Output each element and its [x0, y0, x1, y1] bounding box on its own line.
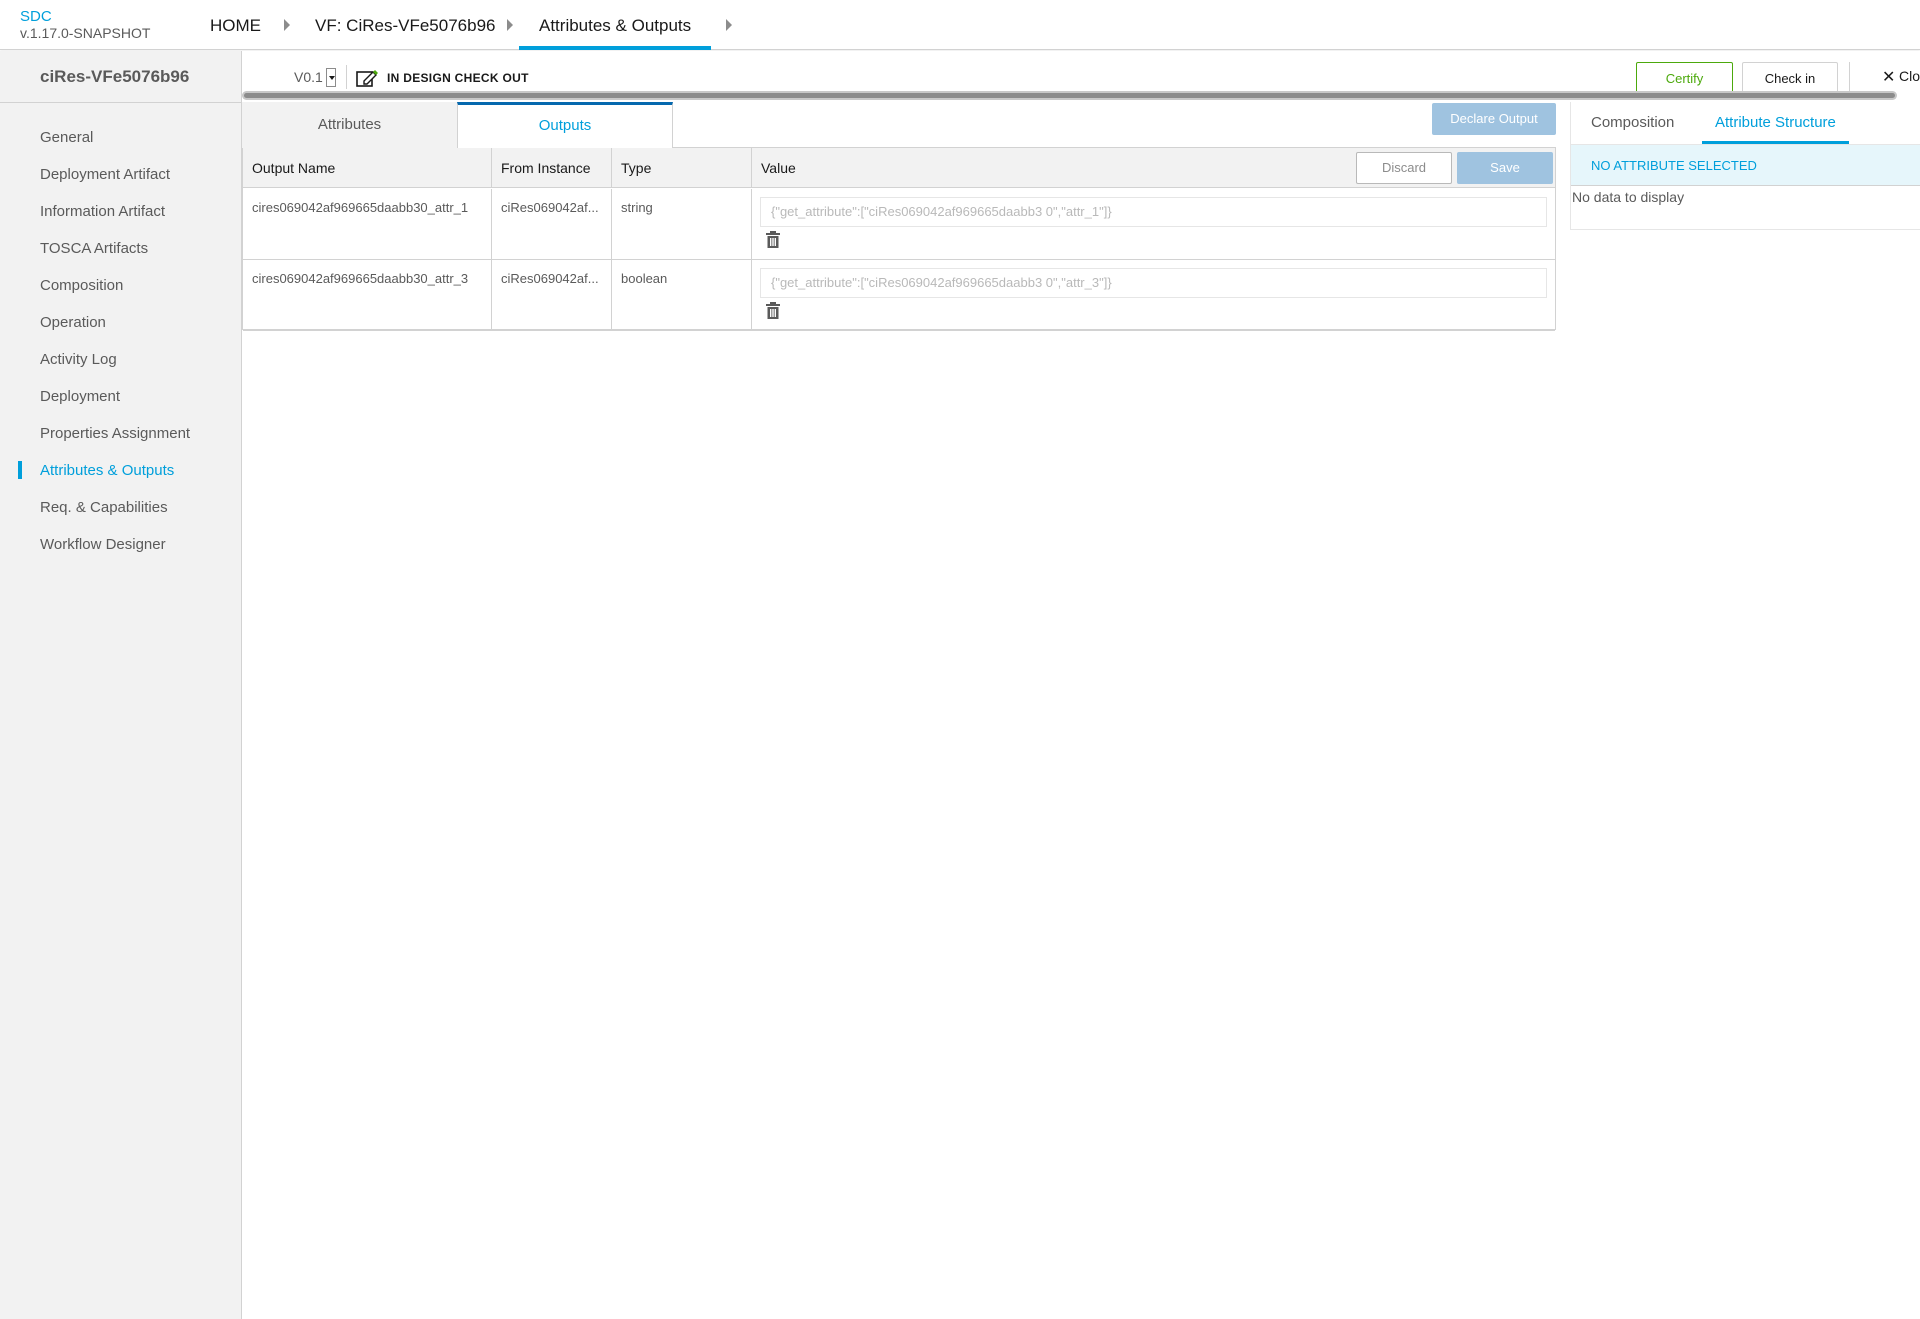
horizontal-scrollbar[interactable]: [242, 91, 1897, 100]
breadcrumb-arrow-icon[interactable]: [726, 19, 732, 31]
top-header: SDC v.1.17.0-SNAPSHOT HOME VF: CiRes-VFe…: [0, 0, 1920, 50]
from-instance-cell: ciRes069042af...: [492, 260, 612, 331]
trash-icon[interactable]: [765, 302, 781, 320]
sidebar-item-deployment[interactable]: Deployment: [40, 387, 120, 407]
active-item-marker: [18, 461, 22, 479]
app-version: v.1.17.0-SNAPSHOT: [20, 25, 151, 41]
output-name-cell: cires069042af969665daabb30_attr_1: [243, 189, 492, 260]
value-field[interactable]: {"get_attribute":["ciRes069042af969665da…: [760, 268, 1547, 298]
table-row: cires069042af969665daabb30_attr_1 ciRes0…: [243, 189, 1555, 260]
table-header: Output Name From Instance Type Value Dis…: [243, 148, 1555, 188]
close-icon[interactable]: ✕: [1882, 67, 1895, 87]
divider: [346, 65, 347, 89]
discard-button[interactable]: Discard: [1356, 152, 1452, 184]
breadcrumb-current[interactable]: Attributes & Outputs: [519, 0, 712, 50]
lifecycle-status: IN DESIGN CHECK OUT: [387, 71, 529, 85]
value-field[interactable]: {"get_attribute":["ciRes069042af969665da…: [760, 197, 1547, 227]
sidebar-item-deployment-artifact[interactable]: Deployment Artifact: [40, 165, 170, 185]
app-name: SDC: [20, 8, 52, 25]
breadcrumb-home[interactable]: HOME: [210, 0, 261, 50]
no-attribute-banner: NO ATTRIBUTE SELECTED: [1571, 145, 1920, 186]
sidebar-item-activity-log[interactable]: Activity Log: [40, 350, 117, 370]
sidebar-item-req-capabilities[interactable]: Req. & Capabilities: [40, 498, 168, 518]
sidebar-item-operation[interactable]: Operation: [40, 313, 106, 333]
sidebar-item-composition[interactable]: Composition: [40, 276, 123, 296]
table-row: cires069042af969665daabb30_attr_3 ciRes0…: [243, 260, 1555, 331]
version-selector[interactable]: V0.1: [294, 69, 323, 85]
certify-button[interactable]: Certify: [1636, 62, 1733, 94]
close-button[interactable]: Clo: [1899, 68, 1920, 84]
from-instance-cell: ciRes069042af...: [492, 189, 612, 260]
declare-output-button[interactable]: Declare Output: [1432, 103, 1556, 135]
breadcrumb-arrow-icon[interactable]: [284, 19, 290, 31]
sidebar-item-information-artifact[interactable]: Information Artifact: [40, 202, 165, 222]
scrollbar-thumb[interactable]: [244, 93, 1895, 98]
column-header-from-instance[interactable]: From Instance: [492, 148, 612, 188]
type-cell: boolean: [612, 260, 752, 331]
save-button[interactable]: Save: [1457, 152, 1553, 184]
main-tabs: Attributes Outputs: [242, 102, 1556, 148]
tab-attribute-structure[interactable]: Attribute Structure: [1702, 102, 1849, 144]
sidebar-item-general[interactable]: General: [40, 128, 93, 148]
divider: [1849, 62, 1850, 92]
sidebar-title: ciRes-VFe5076b96: [0, 51, 241, 103]
outputs-table: Output Name From Instance Type Value Dis…: [242, 148, 1556, 331]
tab-outputs[interactable]: Outputs: [457, 102, 673, 148]
type-cell: string: [612, 189, 752, 260]
tab-composition[interactable]: Composition: [1591, 102, 1674, 144]
tab-attributes[interactable]: Attributes: [242, 102, 458, 148]
checkout-edit-icon: [356, 70, 378, 87]
breadcrumb-vf[interactable]: VF: CiRes-VFe5076b96: [315, 0, 495, 50]
sidebar: ciRes-VFe5076b96 General Deployment Arti…: [0, 51, 242, 1319]
output-name-cell: cires069042af969665daabb30_attr_3: [243, 260, 492, 331]
check-in-button[interactable]: Check in: [1742, 62, 1838, 94]
sidebar-item-workflow-designer[interactable]: Workflow Designer: [40, 535, 166, 555]
empty-state-text: No data to display: [1572, 189, 1685, 205]
sidebar-item-attributes-outputs[interactable]: Attributes & Outputs: [40, 461, 174, 481]
column-header-output-name[interactable]: Output Name: [243, 148, 492, 188]
version-dropdown-icon[interactable]: [326, 68, 336, 87]
breadcrumb-arrow-icon[interactable]: [507, 19, 513, 31]
column-header-value: Value: [761, 160, 796, 176]
right-panel: Composition Attribute Structure NO ATTRI…: [1570, 102, 1920, 230]
column-header-type[interactable]: Type: [612, 148, 752, 188]
sidebar-item-tosca-artifacts[interactable]: TOSCA Artifacts: [40, 239, 148, 259]
sidebar-item-properties-assignment[interactable]: Properties Assignment: [40, 424, 190, 444]
trash-icon[interactable]: [765, 231, 781, 249]
brand[interactable]: SDC v.1.17.0-SNAPSHOT: [20, 9, 150, 42]
